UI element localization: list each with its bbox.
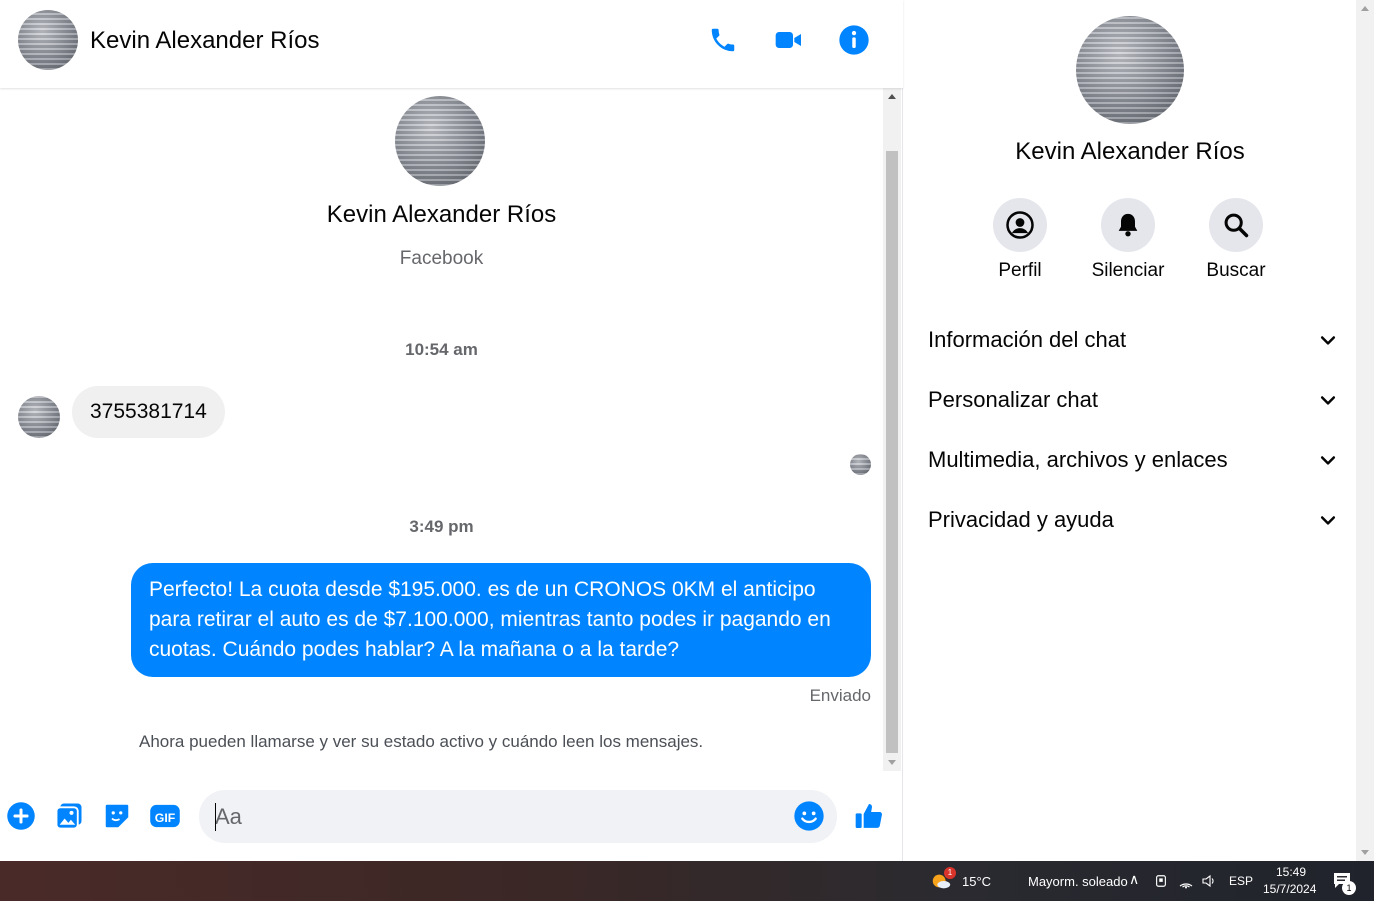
thumbs-up-icon[interactable]	[853, 800, 885, 832]
text-caret	[215, 803, 216, 831]
plus-circle-icon[interactable]	[5, 800, 37, 832]
volume-icon[interactable]	[1201, 873, 1217, 894]
section-media-files-links[interactable]: Multimedia, archivos y enlaces	[928, 440, 1338, 480]
message-scrollbar[interactable]	[883, 88, 901, 771]
chat-panel: Kevin Alexander Ríos Kevin Alexander Río…	[0, 0, 903, 861]
page-scroll-down-arrow[interactable]	[1361, 850, 1369, 855]
contact-name[interactable]: Kevin Alexander Ríos	[90, 27, 319, 55]
messenger-window: Kevin Alexander Ríos Kevin Alexander Río…	[0, 0, 1374, 861]
search-action[interactable]: Buscar	[1196, 198, 1276, 282]
info-icon[interactable]	[838, 24, 870, 56]
svg-text:GIF: GIF	[155, 811, 176, 825]
image-icon[interactable]	[53, 800, 85, 832]
section-chat-info[interactable]: Información del chat	[928, 320, 1338, 360]
chat-header: Kevin Alexander Ríos	[0, 0, 903, 88]
message-input[interactable]	[215, 790, 775, 843]
details-avatar[interactable]	[1076, 16, 1184, 124]
page-scroll-up-arrow[interactable]	[1361, 6, 1369, 11]
contact-profile-avatar[interactable]	[395, 96, 485, 186]
chevron-up-icon[interactable]: ∧	[1129, 871, 1139, 888]
contact-avatar[interactable]	[18, 10, 78, 70]
section-title: Privacidad y ayuda	[928, 507, 1114, 532]
chevron-down-icon	[1320, 456, 1336, 465]
scroll-thumb[interactable]	[886, 151, 898, 753]
search-label: Buscar	[1206, 260, 1266, 281]
weather-temp[interactable]: 15°C	[962, 874, 991, 889]
search-icon[interactable]	[1209, 198, 1263, 252]
composer: GIF	[0, 771, 903, 861]
section-title: Personalizar chat	[928, 387, 1098, 412]
contact-source: Facebook	[399, 248, 484, 269]
section-customize-chat[interactable]: Personalizar chat	[928, 380, 1338, 420]
sender-avatar[interactable]	[18, 396, 60, 438]
windows-taskbar: 1 15°C Mayorm. soleado ∧ ESP 15:49 15/7/…	[0, 861, 1374, 901]
contact-profile-name: Kevin Alexander Ríos	[326, 201, 557, 228]
scroll-up-arrow[interactable]	[888, 94, 896, 99]
sent-status: Enviado	[809, 686, 871, 705]
weather-badge: 1	[944, 867, 956, 879]
clock-time[interactable]: 15:49	[1276, 865, 1306, 879]
language-indicator[interactable]: ESP	[1229, 874, 1253, 888]
mute-action[interactable]: Silenciar	[1088, 198, 1168, 282]
section-title: Información del chat	[928, 327, 1127, 352]
sticker-icon[interactable]	[101, 800, 133, 832]
profile-action[interactable]: Perfil	[980, 198, 1060, 282]
details-contact-name: Kevin Alexander Ríos	[1015, 138, 1245, 165]
timestamp: 3:49 pm	[409, 517, 474, 536]
emoji-icon[interactable]	[793, 800, 825, 832]
video-camera-icon[interactable]	[773, 24, 805, 56]
device-icon[interactable]	[1154, 874, 1168, 893]
message-input-box[interactable]	[199, 790, 837, 843]
timestamp: 10:54 am	[405, 340, 478, 359]
page-scrollbar[interactable]	[1356, 0, 1374, 861]
section-title: Multimedia, archivos y enlaces	[928, 447, 1228, 472]
notification-count: 1	[1342, 881, 1356, 895]
outgoing-message[interactable]: Perfecto! La cuota desde $195.000. es de…	[131, 563, 871, 677]
profile-label: Perfil	[998, 260, 1042, 281]
chat-details-panel: Kevin Alexander Ríos Perfil Silenciar Bu…	[904, 0, 1356, 861]
wifi-icon[interactable]	[1178, 873, 1194, 894]
section-privacy-help[interactable]: Privacidad y ayuda	[928, 500, 1338, 540]
seen-indicator-avatar	[850, 454, 871, 475]
incoming-message[interactable]: 3755381714	[72, 386, 225, 438]
phone-icon[interactable]	[707, 24, 739, 56]
chat-notice: Ahora pueden llamarse y ver su estado ac…	[139, 732, 704, 751]
bell-icon[interactable]	[1101, 198, 1155, 252]
chevron-down-icon	[1320, 516, 1336, 525]
message-list[interactable]: Kevin Alexander Ríos Facebook 10:54 am 3…	[0, 88, 883, 771]
chevron-down-icon	[1320, 336, 1336, 345]
gif-icon[interactable]: GIF	[149, 800, 181, 832]
clock-date[interactable]: 15/7/2024	[1263, 882, 1316, 896]
chevron-down-icon	[1320, 396, 1336, 405]
profile-icon[interactable]	[993, 198, 1047, 252]
scroll-down-arrow[interactable]	[888, 760, 896, 765]
mute-label: Silenciar	[1091, 260, 1165, 281]
weather-desc[interactable]: Mayorm. soleado	[1028, 874, 1128, 889]
